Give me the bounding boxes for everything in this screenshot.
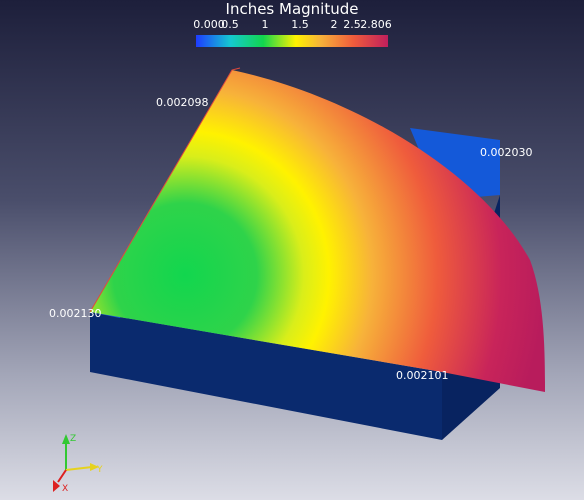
render-viewport[interactable]: Inches Magnitude 0.000 0.5 1 1.5 2 2.5 2… <box>0 0 584 500</box>
point-label-right: 0.002030 <box>480 146 533 159</box>
x-axis-line <box>57 469 67 483</box>
y-axis-line <box>65 466 93 471</box>
y-axis-label: Y <box>96 465 103 475</box>
z-axis-arrow <box>62 434 70 444</box>
z-axis-label: Z <box>70 434 76 444</box>
point-label-bottom: 0.002101 <box>396 369 449 382</box>
point-label-left: 0.002130 <box>49 307 102 320</box>
x-axis-label: X <box>62 484 68 494</box>
orientation-axes: Z Y X <box>53 434 103 494</box>
point-label-top: 0.002098 <box>156 96 209 109</box>
model-canvas: Z Y X <box>53 67 545 494</box>
